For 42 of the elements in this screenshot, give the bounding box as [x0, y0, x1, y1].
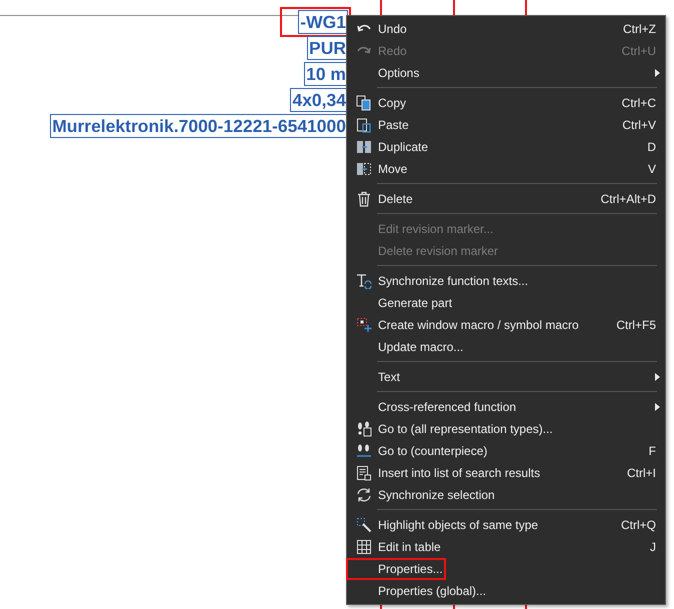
grid-icon [356, 539, 372, 555]
duplicate-icon [356, 139, 372, 155]
submenu-arrow-icon [655, 403, 660, 411]
text-icon [356, 273, 372, 289]
cable-text[interactable]: Murrelektronik.7000-12221-6541000 [50, 114, 348, 138]
menu-item[interactable]: Go to (counterpiece) F [347, 440, 665, 462]
footprints-icon [356, 421, 372, 437]
menu-item[interactable]: Delete Ctrl+Alt+D [347, 188, 665, 210]
menu-item[interactable]: Create window macro / symbol macro Ctrl+F5 [347, 314, 665, 336]
wand-icon [356, 517, 372, 533]
menu-item[interactable]: Synchronize function texts... [347, 270, 665, 292]
cable-text[interactable]: 10 m [304, 62, 348, 86]
menu-item[interactable]: Cross-referenced function [347, 396, 665, 418]
list-icon [356, 465, 372, 481]
menu-item[interactable]: Properties... [347, 558, 665, 580]
menu-item[interactable]: Generate part [347, 292, 665, 314]
menu-item[interactable]: Go to (all representation types)... [347, 418, 665, 440]
submenu-arrow-icon [655, 373, 660, 381]
menu-item[interactable]: Synchronize selection [347, 484, 665, 506]
menu-item[interactable]: Text [347, 366, 665, 388]
menu-item[interactable]: Undo Ctrl+Z [347, 18, 665, 40]
cable-text[interactable]: PUR [307, 36, 348, 60]
menu-item[interactable]: Duplicate D [347, 136, 665, 158]
copy-icon [356, 95, 372, 111]
selection-icon [356, 317, 372, 333]
menu-item[interactable]: Paste Ctrl+V [347, 114, 665, 136]
move-icon [356, 161, 372, 177]
footprints-icon [356, 443, 372, 459]
menu-item[interactable]: Copy Ctrl+C [347, 92, 665, 114]
submenu-arrow-icon [655, 69, 660, 77]
menu-item[interactable]: Edit in table J [347, 536, 665, 558]
menu-item[interactable]: Insert into list of search results Ctrl+I [347, 462, 665, 484]
menu-item[interactable]: Properties (global)... [347, 580, 665, 602]
menu-item[interactable]: Highlight objects of same type Ctrl+Q [347, 514, 665, 536]
sync-icon [356, 487, 372, 503]
trash-icon [356, 191, 372, 207]
menu-item[interactable]: Update macro... [347, 336, 665, 358]
paste-icon [356, 117, 372, 133]
menu-item[interactable]: Options [347, 62, 665, 84]
menu-item[interactable]: Move V [347, 158, 665, 180]
cable-text[interactable]: -WG1 [298, 10, 348, 34]
cable-text[interactable]: 4x0,34 [290, 88, 348, 112]
